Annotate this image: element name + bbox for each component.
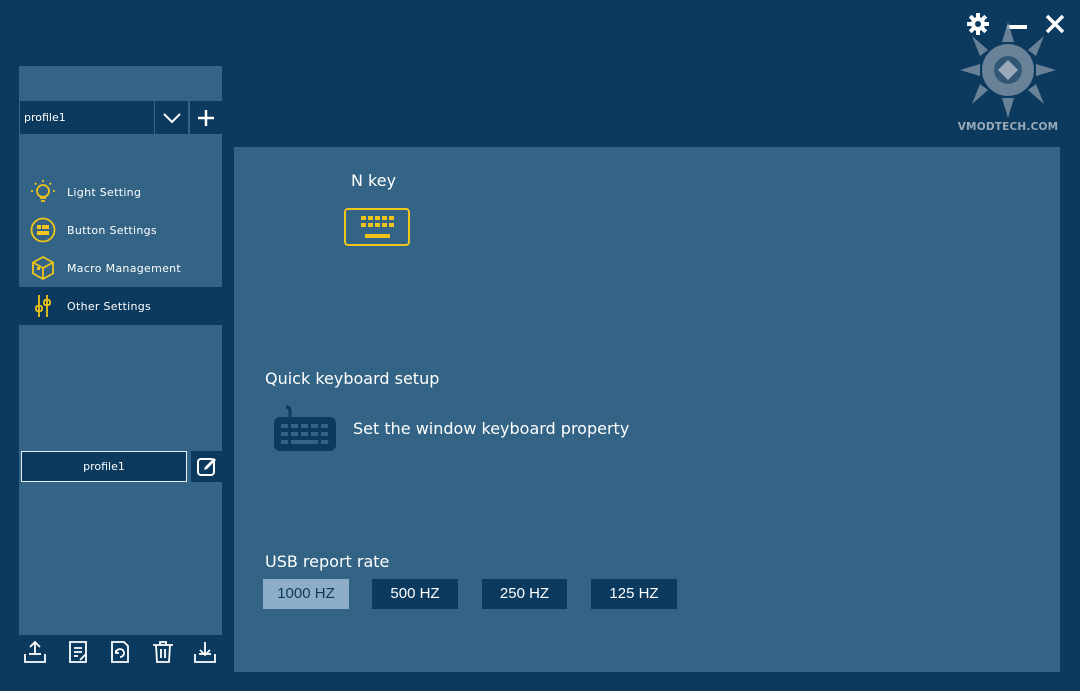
- sidebar-item-light-setting[interactable]: Light Setting: [19, 173, 222, 211]
- sidebar-item-label: Light Setting: [67, 185, 142, 199]
- sliders-icon: [19, 287, 67, 325]
- sidebar-item-label: Other Settings: [67, 299, 152, 313]
- add-profile-button[interactable]: [190, 101, 222, 134]
- sidebar-item-button-settings[interactable]: Button Settings: [19, 211, 222, 249]
- trash-icon[interactable]: [149, 638, 177, 666]
- macro-cube-icon: [19, 249, 67, 287]
- sidebar-item-label: Button Settings: [67, 223, 157, 237]
- reset-icon[interactable]: [106, 638, 134, 666]
- watermark-text: VMODTECH.COM: [957, 121, 1059, 133]
- main-panel: N key Quick keyboard setup Set the windo…: [234, 147, 1060, 672]
- rate-1000-button[interactable]: 1000 HZ: [263, 579, 349, 609]
- sidebar-item-macro-management[interactable]: Macro Management: [19, 249, 222, 287]
- rate-250-button[interactable]: 250 HZ: [482, 579, 567, 609]
- rate-125-button[interactable]: 125 HZ: [591, 579, 677, 609]
- sidebar-item-label: Macro Management: [67, 261, 182, 275]
- keyboard-icon[interactable]: [272, 405, 338, 453]
- lightbulb-icon: [19, 173, 67, 211]
- quick-keyboard-setup-title: Quick keyboard setup: [265, 369, 440, 388]
- keyboard-property-link[interactable]: Set the window keyboard property: [353, 419, 629, 438]
- button-settings-icon: [19, 211, 67, 249]
- nkey-keyboard-icon[interactable]: [344, 208, 410, 246]
- sidebar: profile1 Light Setting Button Settings M…: [19, 66, 222, 635]
- plus-icon: [198, 109, 214, 126]
- save-icon[interactable]: [191, 638, 219, 666]
- rate-500-button[interactable]: 500 HZ: [372, 579, 458, 609]
- profile-select[interactable]: profile1: [20, 101, 154, 134]
- profile-name-field[interactable]: profile1: [21, 451, 187, 482]
- usb-report-rate-title: USB report rate: [265, 552, 390, 571]
- nkey-title: N key: [351, 171, 397, 190]
- sidebar-item-other-settings[interactable]: Other Settings: [19, 287, 222, 325]
- import-icon[interactable]: [21, 638, 49, 666]
- export-document-icon[interactable]: [64, 638, 92, 666]
- chevron-down-icon[interactable]: [154, 101, 188, 134]
- edit-icon[interactable]: [191, 451, 222, 482]
- watermark-logo: VMODTECH.COM: [952, 20, 1064, 138]
